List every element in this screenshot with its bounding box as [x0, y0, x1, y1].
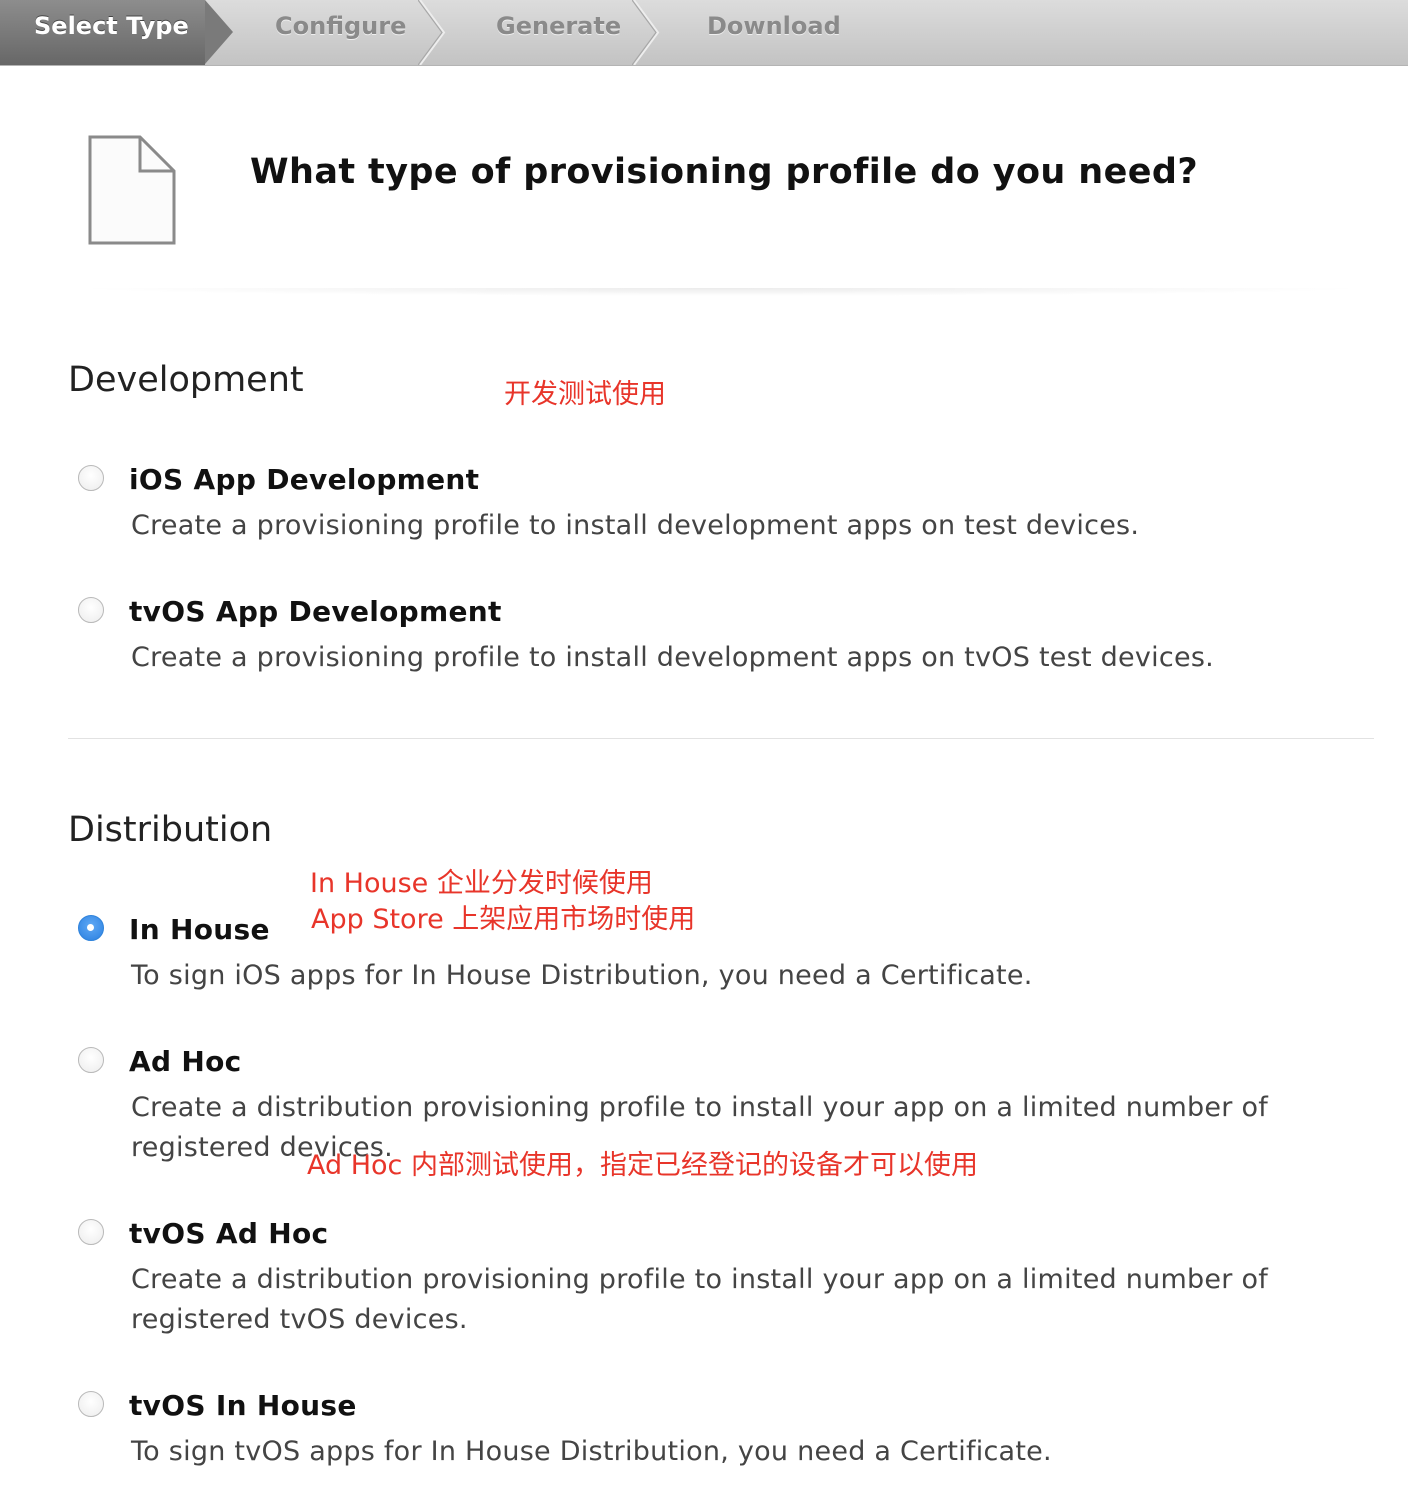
- annotation-app-store: App Store 上架应用市场时使用: [311, 904, 696, 935]
- annotation-in-house: In House 企业分发时候使用: [310, 868, 653, 899]
- radio-ad-hoc[interactable]: [78, 1047, 104, 1073]
- page-title: What type of provisioning profile do you…: [250, 152, 1199, 192]
- step-generate[interactable]: Generate: [496, 0, 621, 65]
- section-title-distribution: Distribution: [68, 810, 273, 850]
- option-desc-tvos-ad-hoc: Create a distribution provisioning profi…: [131, 1264, 1269, 1335]
- section-title-development: Development: [68, 360, 304, 400]
- annotation-ad-hoc: Ad Hoc 内部测试使用，指定已经登记的设备才可以使用: [307, 1150, 978, 1181]
- radio-in-house[interactable]: [78, 915, 104, 941]
- step-separator-icon: [418, 0, 446, 65]
- section-divider: [68, 738, 1374, 739]
- step-download[interactable]: Download: [707, 0, 841, 65]
- wizard-steps: Select Type Configure Generate Download: [0, 0, 1408, 66]
- radio-tvos-in-house[interactable]: [78, 1391, 104, 1417]
- option-label-tvos-ad-hoc[interactable]: tvOS Ad Hoc: [129, 1217, 328, 1250]
- annotation-development: 开发测试使用: [504, 379, 666, 410]
- step-configure[interactable]: Configure: [275, 0, 406, 65]
- step-select-type[interactable]: Select Type: [0, 0, 205, 65]
- option-label-tvos-app-development[interactable]: tvOS App Development: [129, 595, 502, 628]
- radio-tvos-ad-hoc[interactable]: [78, 1219, 104, 1245]
- header-divider: [68, 288, 1374, 296]
- option-label-ad-hoc[interactable]: Ad Hoc: [129, 1045, 242, 1078]
- option-label-in-house[interactable]: In House: [129, 913, 270, 946]
- document-icon: [88, 135, 176, 245]
- radio-tvos-app-development[interactable]: [78, 597, 104, 623]
- option-label-tvos-in-house[interactable]: tvOS In House: [129, 1389, 357, 1422]
- step-separator-icon: [632, 0, 660, 65]
- step-active-arrow: [205, 0, 233, 64]
- option-desc-in-house: To sign iOS apps for In House Distributi…: [131, 960, 1033, 991]
- option-label-ios-app-development[interactable]: iOS App Development: [129, 463, 479, 496]
- option-desc-ios-app-development: Create a provisioning profile to install…: [131, 510, 1140, 541]
- option-desc-tvos-in-house: To sign tvOS apps for In House Distribut…: [131, 1436, 1052, 1467]
- option-desc-tvos-app-development: Create a provisioning profile to install…: [131, 642, 1214, 673]
- radio-ios-app-development[interactable]: [78, 465, 104, 491]
